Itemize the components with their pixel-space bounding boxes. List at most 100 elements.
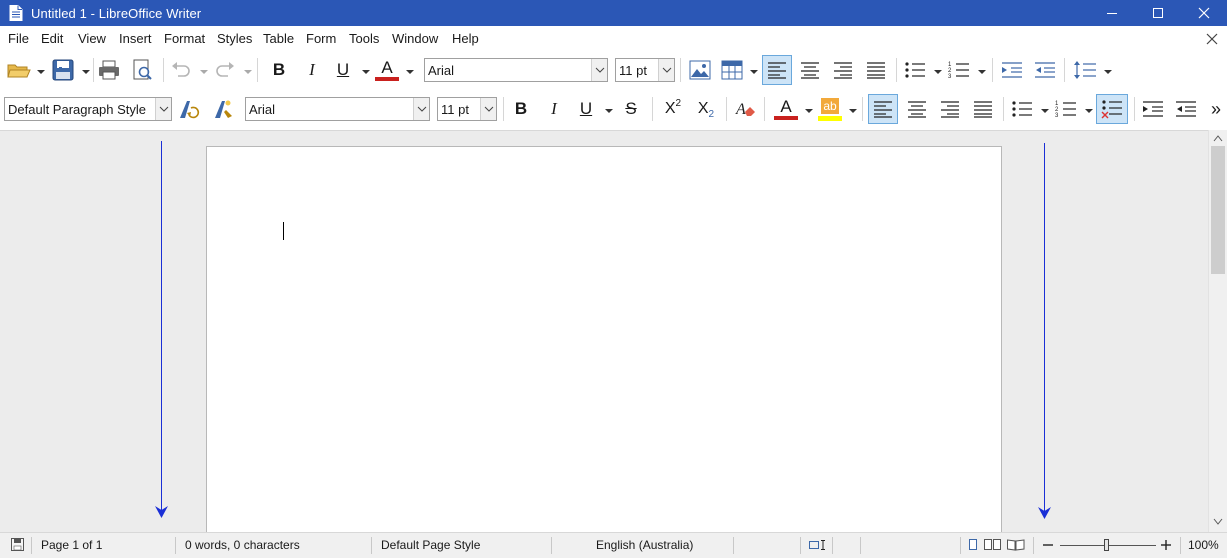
align-right-button[interactable] (831, 58, 855, 82)
menu-tools[interactable]: Tools (349, 26, 379, 52)
chevron-down-icon[interactable] (413, 98, 429, 120)
undo-dropdown-icon[interactable] (200, 70, 208, 74)
font-size-combo[interactable]: 11 pt (615, 58, 675, 82)
menu-window[interactable]: Window (392, 26, 438, 52)
ordered-list-button-2[interactable]: 123 (1054, 97, 1078, 121)
menu-view[interactable]: View (78, 26, 106, 52)
paragraph-style-combo[interactable]: Default Paragraph Style (4, 97, 172, 121)
bold-button[interactable]: B (268, 58, 290, 82)
save-dropdown-icon[interactable] (82, 70, 90, 74)
scrollbar-thumb[interactable] (1211, 146, 1225, 274)
unordered-list-button-2[interactable] (1010, 97, 1034, 121)
superscript-button[interactable]: X2 (660, 97, 686, 121)
underline-dropdown-icon[interactable] (362, 70, 370, 74)
menu-format[interactable]: Format (164, 26, 205, 52)
book-view-icon[interactable] (1007, 539, 1025, 551)
redo-dropdown-icon[interactable] (244, 70, 252, 74)
italic-button[interactable]: I (301, 58, 323, 82)
zoom-in-icon[interactable] (1160, 539, 1172, 551)
menu-form[interactable]: Form (306, 26, 336, 52)
close-window-button[interactable] (1181, 0, 1227, 26)
open-dropdown-icon[interactable] (37, 70, 45, 74)
page-indicator[interactable]: Page 1 of 1 (41, 538, 102, 552)
single-page-view-icon[interactable] (968, 539, 978, 551)
update-style-button[interactable] (176, 97, 202, 121)
justify-button-2[interactable] (971, 97, 995, 121)
menu-table[interactable]: Table (263, 26, 294, 52)
subscript-button[interactable]: X2 (693, 97, 719, 121)
increase-indent-button-2[interactable] (1141, 97, 1165, 121)
print-preview-button[interactable] (130, 58, 154, 82)
font-name-combo-2[interactable]: Arial (245, 97, 430, 121)
open-button[interactable] (6, 58, 32, 82)
menu-styles[interactable]: Styles (217, 26, 252, 52)
font-color-dropdown-icon[interactable] (406, 70, 414, 74)
maximize-button[interactable] (1135, 0, 1181, 26)
align-center-button-2[interactable] (905, 97, 929, 121)
underline-button[interactable]: U (332, 58, 354, 82)
menu-insert[interactable]: Insert (119, 26, 152, 52)
font-color-dropdown-icon-2[interactable] (805, 109, 813, 113)
chevron-down-icon[interactable] (658, 59, 674, 81)
decrease-indent-button[interactable] (1033, 58, 1057, 82)
line-spacing-dropdown-icon[interactable] (1104, 70, 1112, 74)
bullet-list-dropdown-icon-2[interactable] (1041, 109, 1049, 113)
scroll-down-icon[interactable] (1213, 518, 1223, 526)
document-page[interactable] (206, 146, 1002, 546)
zoom-slider-knob[interactable] (1104, 539, 1109, 551)
scroll-up-icon[interactable] (1213, 134, 1223, 142)
close-document-button[interactable] (1204, 31, 1220, 47)
ordered-list-button[interactable]: 123 (947, 58, 971, 82)
align-left-button[interactable] (762, 55, 792, 85)
unordered-list-button[interactable] (903, 58, 927, 82)
highlight-button[interactable]: ab (816, 95, 844, 123)
page-style[interactable]: Default Page Style (381, 538, 480, 552)
chevron-down-icon[interactable] (480, 98, 496, 120)
undo-button[interactable] (168, 58, 194, 82)
save-button[interactable] (51, 58, 75, 82)
align-left-button-2[interactable] (868, 94, 898, 124)
vertical-scrollbar[interactable] (1208, 130, 1227, 532)
font-name-combo[interactable]: Arial (424, 58, 608, 82)
new-style-button[interactable] (209, 97, 235, 121)
numbered-list-dropdown-icon-2[interactable] (1085, 109, 1093, 113)
insert-mode-icon[interactable] (809, 540, 827, 550)
clear-formatting-button[interactable]: A (733, 97, 757, 121)
underline-dropdown-icon-2[interactable] (605, 109, 613, 113)
decrease-indent-button-2[interactable] (1174, 97, 1198, 121)
multi-page-view-icon[interactable] (984, 539, 1002, 551)
word-count[interactable]: 0 words, 0 characters (185, 538, 300, 552)
align-center-button[interactable] (798, 58, 822, 82)
insert-image-button[interactable] (688, 58, 712, 82)
table-dropdown-icon[interactable] (750, 70, 758, 74)
align-right-button-2[interactable] (938, 97, 962, 121)
menu-help[interactable]: Help (452, 26, 479, 52)
toolbar-overflow-button[interactable]: » (1206, 97, 1226, 121)
font-size-combo-2[interactable]: 11 pt (437, 97, 497, 121)
minimize-button[interactable] (1089, 0, 1135, 26)
font-color-button[interactable]: A (374, 56, 400, 84)
chevron-down-icon[interactable] (155, 98, 171, 120)
zoom-level[interactable]: 100% (1188, 538, 1219, 552)
no-list-button[interactable] (1096, 94, 1128, 124)
highlight-dropdown-icon[interactable] (849, 109, 857, 113)
increase-indent-button[interactable] (1000, 58, 1024, 82)
bullet-list-dropdown-icon[interactable] (934, 70, 942, 74)
menu-file[interactable]: File (8, 26, 29, 52)
bold-button-2[interactable]: B (510, 97, 532, 121)
redo-button[interactable] (212, 58, 238, 82)
underline-button-2[interactable]: U (575, 97, 597, 121)
line-spacing-button[interactable] (1072, 58, 1098, 82)
zoom-out-icon[interactable] (1042, 539, 1054, 551)
menu-edit[interactable]: Edit (41, 26, 63, 52)
numbered-list-dropdown-icon[interactable] (978, 70, 986, 74)
font-color-button-2[interactable]: A (772, 95, 800, 123)
print-button[interactable] (97, 58, 121, 82)
language-indicator[interactable]: English (Australia) (596, 538, 693, 552)
chevron-down-icon[interactable] (591, 59, 607, 81)
justify-button[interactable] (864, 58, 888, 82)
insert-table-button[interactable] (720, 58, 744, 82)
strikethrough-button[interactable]: S (620, 97, 642, 121)
document-modified-icon[interactable] (11, 538, 24, 551)
italic-button-2[interactable]: I (543, 97, 565, 121)
